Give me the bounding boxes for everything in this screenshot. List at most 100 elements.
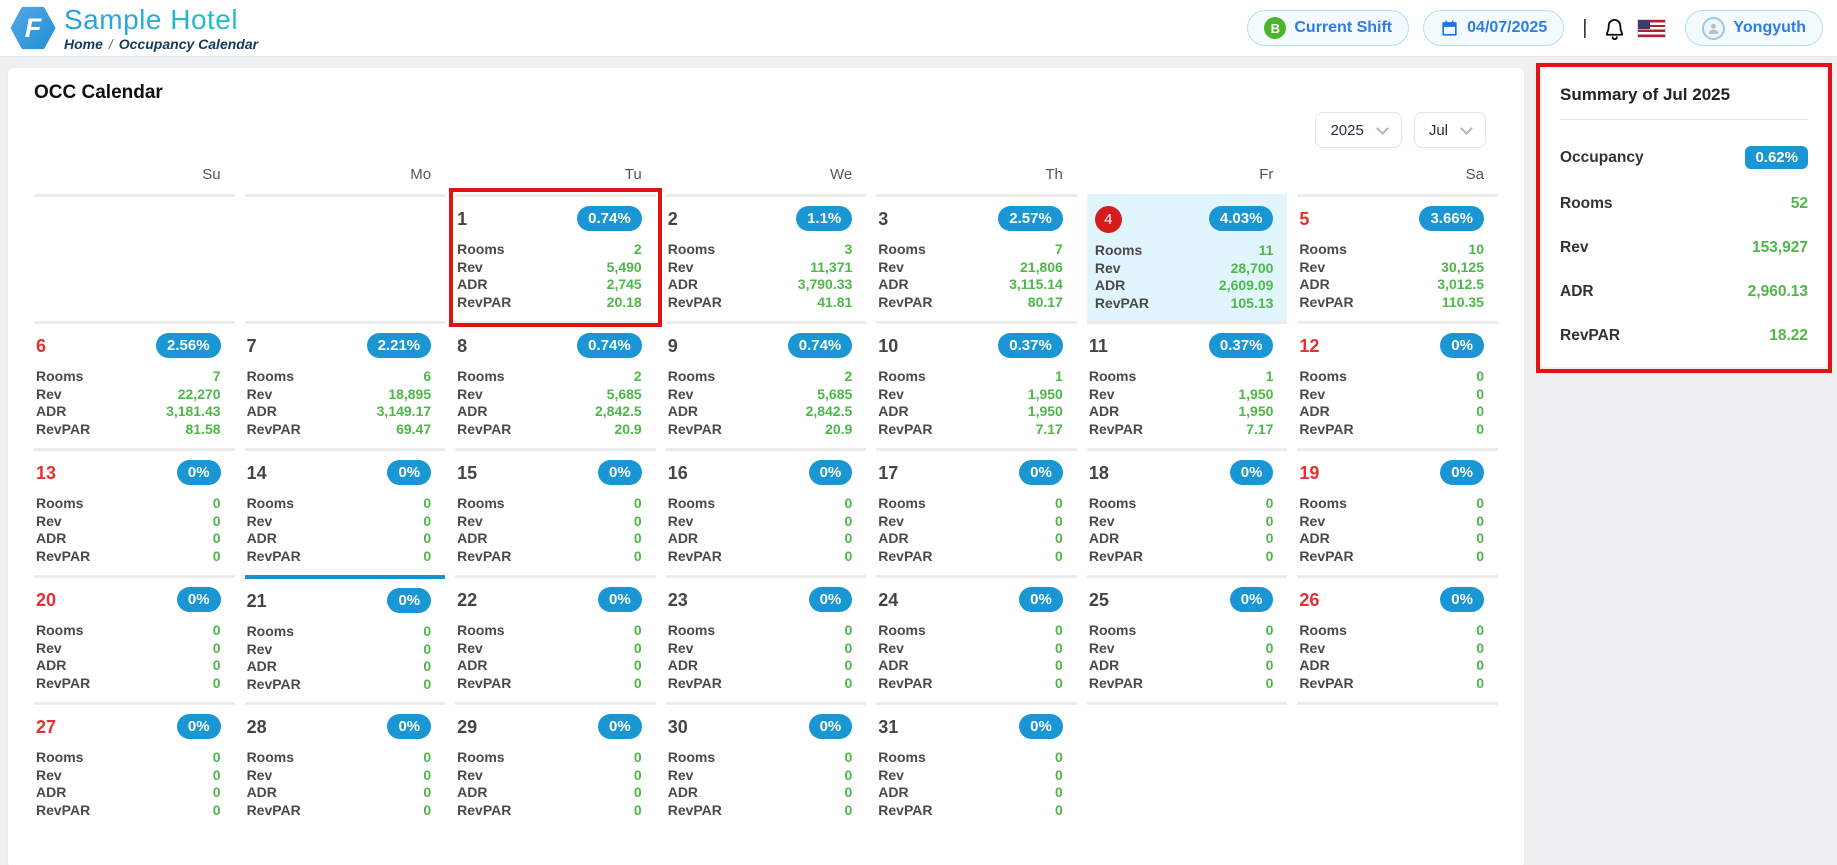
metric-row-rooms: Rooms0 bbox=[668, 749, 853, 767]
metric-row-adr: ADR0 bbox=[1299, 403, 1484, 421]
metric-value: 20.9 bbox=[825, 421, 852, 439]
metric-row-rooms: Rooms0 bbox=[1089, 495, 1274, 513]
calendar-day-26[interactable]: 260%Rooms0Rev0ADR0RevPAR0 bbox=[1297, 575, 1498, 702]
language-flag-us-icon[interactable] bbox=[1638, 20, 1665, 37]
metric-label: Rooms bbox=[36, 622, 83, 640]
calendar-day-11[interactable]: 110.37%Rooms1Rev1,950ADR1,950RevPAR7.17 bbox=[1087, 321, 1288, 448]
calendar-day-15[interactable]: 150%Rooms0Rev0ADR0RevPAR0 bbox=[455, 448, 656, 575]
day-number: 17 bbox=[878, 460, 898, 486]
calendar-day-9[interactable]: 90.74%Rooms2Rev5,685ADR2,842.5RevPAR20.9 bbox=[666, 321, 867, 448]
calendar-day-29[interactable]: 290%Rooms0Rev0ADR0RevPAR0 bbox=[455, 702, 656, 829]
metric-value: 3,181.43 bbox=[166, 403, 221, 421]
calendar-day-8[interactable]: 80.74%Rooms2Rev5,685ADR2,842.5RevPAR20.9 bbox=[455, 321, 656, 448]
calendar-day-10[interactable]: 100.37%Rooms1Rev1,950ADR1,950RevPAR7.17 bbox=[876, 321, 1077, 448]
metric-row-adr: ADR0 bbox=[1089, 530, 1274, 548]
metric-row-adr: ADR0 bbox=[668, 784, 853, 802]
calendar-day-12[interactable]: 120%Rooms0Rev0ADR0RevPAR0 bbox=[1297, 321, 1498, 448]
day-header: 90.74% bbox=[668, 333, 853, 359]
metric-row-adr: ADR1,950 bbox=[1089, 403, 1274, 421]
metric-row-rev: Rev0 bbox=[36, 513, 221, 531]
calendar-day-19[interactable]: 190%Rooms0Rev0ADR0RevPAR0 bbox=[1297, 448, 1498, 575]
metric-label: ADR bbox=[36, 657, 66, 675]
weekday-header-su: Su bbox=[34, 166, 235, 194]
calendar-week-row: 270%Rooms0Rev0ADR0RevPAR0280%Rooms0Rev0A… bbox=[34, 702, 1498, 829]
metric-row-rooms: Rooms0 bbox=[457, 622, 642, 640]
metric-label: Rev bbox=[878, 640, 904, 658]
calendar-day-14[interactable]: 140%Rooms0Rev0ADR0RevPAR0 bbox=[245, 448, 446, 575]
metric-row-rev: Rev0 bbox=[247, 513, 432, 531]
calendar-day-4[interactable]: 44.03%Rooms11Rev28,700ADR2,609.09RevPAR1… bbox=[1087, 194, 1288, 321]
summary-title: Summary of Jul 2025 bbox=[1560, 85, 1808, 120]
weekday-header-th: Th bbox=[876, 166, 1077, 194]
top-bar: F Sample Hotel Home/Occupancy Calendar B… bbox=[0, 0, 1837, 57]
notifications-bell-icon[interactable] bbox=[1603, 16, 1626, 41]
metric-label: Rev bbox=[1299, 640, 1325, 658]
calendar-day-24[interactable]: 240%Rooms0Rev0ADR0RevPAR0 bbox=[876, 575, 1077, 702]
metric-value: 110.35 bbox=[1442, 294, 1484, 312]
calendar-day-25[interactable]: 250%Rooms0Rev0ADR0RevPAR0 bbox=[1087, 575, 1288, 702]
metric-label: Rooms bbox=[1299, 368, 1346, 386]
summary-row-rooms: Rooms52 bbox=[1560, 195, 1808, 213]
day-number: 25 bbox=[1089, 587, 1109, 613]
calendar-day-1[interactable]: 10.74%Rooms2Rev5,490ADR2,745RevPAR20.18 bbox=[455, 194, 656, 321]
metric-value: 0 bbox=[1476, 657, 1484, 675]
metric-value: 2,842.5 bbox=[595, 403, 642, 421]
calendar-day-16[interactable]: 160%Rooms0Rev0ADR0RevPAR0 bbox=[666, 448, 867, 575]
breadcrumb-home[interactable]: Home bbox=[64, 36, 103, 52]
calendar-day-17[interactable]: 170%Rooms0Rev0ADR0RevPAR0 bbox=[876, 448, 1077, 575]
metric-value: 81.58 bbox=[186, 421, 221, 439]
period-selectors: 2025 Jul bbox=[34, 112, 1486, 148]
metric-row-rev: Rev0 bbox=[1299, 513, 1484, 531]
metric-label: Rev bbox=[1089, 386, 1115, 404]
user-menu-pill[interactable]: Yongyuth bbox=[1685, 10, 1823, 46]
metric-row-rooms: Rooms2 bbox=[457, 241, 642, 259]
business-date-value: 04/07/2025 bbox=[1467, 19, 1547, 37]
day-number: 19 bbox=[1299, 460, 1319, 486]
metric-label: ADR bbox=[668, 276, 698, 294]
page-title: OCC Calendar bbox=[34, 82, 1498, 104]
month-select[interactable]: Jul bbox=[1414, 112, 1486, 148]
calendar-day-30[interactable]: 300%Rooms0Rev0ADR0RevPAR0 bbox=[666, 702, 867, 829]
current-shift-pill[interactable]: B Current Shift bbox=[1247, 10, 1409, 46]
metric-label: ADR bbox=[457, 530, 487, 548]
metric-label: Rooms bbox=[457, 749, 504, 767]
metric-value: 0 bbox=[844, 513, 852, 531]
day-number: 18 bbox=[1089, 460, 1109, 486]
metric-value: 0 bbox=[1266, 640, 1274, 658]
calendar-day-28[interactable]: 280%Rooms0Rev0ADR0RevPAR0 bbox=[245, 702, 446, 829]
metric-value: 0 bbox=[1055, 784, 1063, 802]
calendar-day-6[interactable]: 62.56%Rooms7Rev22,270ADR3,181.43RevPAR81… bbox=[34, 321, 235, 448]
calendar-empty-cell bbox=[34, 194, 235, 321]
calendar-day-21[interactable]: 210%Rooms0Rev0ADR0RevPAR0 bbox=[245, 575, 446, 702]
calendar-day-18[interactable]: 180%Rooms0Rev0ADR0RevPAR0 bbox=[1087, 448, 1288, 575]
metric-value: 0 bbox=[1476, 421, 1484, 439]
metric-row-adr: ADR3,115.14 bbox=[878, 276, 1063, 294]
calendar-day-31[interactable]: 310%Rooms0Rev0ADR0RevPAR0 bbox=[876, 702, 1077, 829]
metric-label: RevPAR bbox=[457, 294, 511, 312]
metric-label: Rev bbox=[457, 513, 483, 531]
day-header: 190% bbox=[1299, 460, 1484, 486]
user-name: Yongyuth bbox=[1733, 19, 1806, 37]
calendar-day-2[interactable]: 21.1%Rooms3Rev11,371ADR3,790.33RevPAR41.… bbox=[666, 194, 867, 321]
calendar-day-23[interactable]: 230%Rooms0Rev0ADR0RevPAR0 bbox=[666, 575, 867, 702]
metric-label: Rooms bbox=[247, 368, 294, 386]
metric-row-rooms: Rooms0 bbox=[36, 622, 221, 640]
calendar-day-22[interactable]: 220%Rooms0Rev0ADR0RevPAR0 bbox=[455, 575, 656, 702]
business-date-pill[interactable]: 04/07/2025 bbox=[1423, 10, 1564, 46]
calendar-day-5[interactable]: 53.66%Rooms10Rev30,125ADR3,012.5RevPAR11… bbox=[1297, 194, 1498, 321]
calendar-day-7[interactable]: 72.21%Rooms6Rev18,895ADR3,149.17RevPAR69… bbox=[245, 321, 446, 448]
metric-label: RevPAR bbox=[457, 548, 511, 566]
metric-row-adr: ADR3,012.5 bbox=[1299, 276, 1484, 294]
calendar-empty-cell bbox=[1297, 702, 1498, 829]
metric-label: RevPAR bbox=[36, 421, 90, 439]
metric-label: Rooms bbox=[1299, 495, 1346, 513]
calendar-day-13[interactable]: 130%Rooms0Rev0ADR0RevPAR0 bbox=[34, 448, 235, 575]
calendar-day-3[interactable]: 32.57%Rooms7Rev21,806ADR3,115.14RevPAR80… bbox=[876, 194, 1077, 321]
metric-row-revpar: RevPAR0 bbox=[247, 548, 432, 566]
metric-value: 0 bbox=[1476, 513, 1484, 531]
metric-value: 1 bbox=[1055, 368, 1063, 386]
calendar-day-20[interactable]: 200%Rooms0Rev0ADR0RevPAR0 bbox=[34, 575, 235, 702]
metric-label: Rev bbox=[668, 513, 694, 531]
calendar-day-27[interactable]: 270%Rooms0Rev0ADR0RevPAR0 bbox=[34, 702, 235, 829]
year-select[interactable]: 2025 bbox=[1315, 112, 1401, 148]
